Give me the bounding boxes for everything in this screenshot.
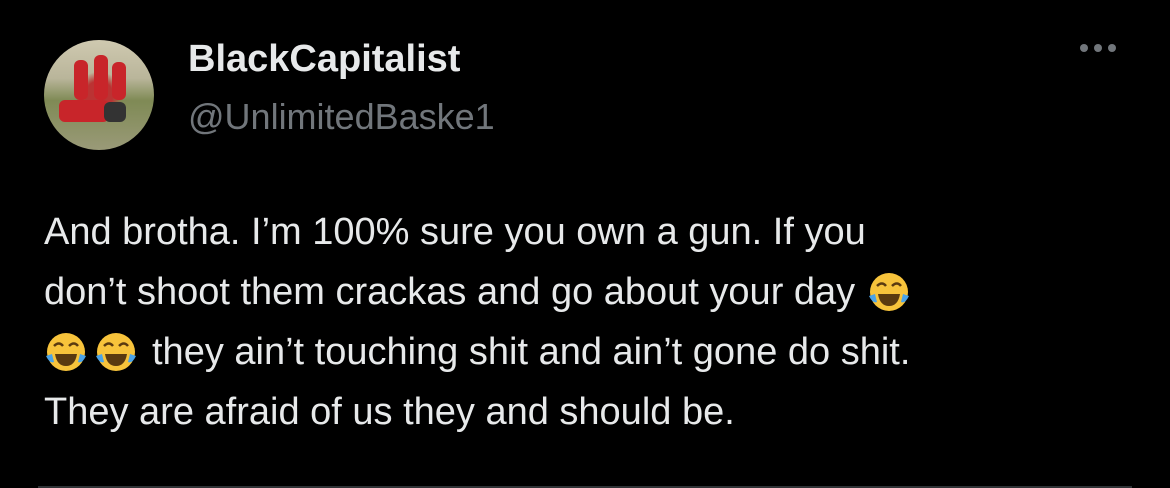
tweet-text: And brotha. I’m 100% sure you own a gun.… xyxy=(44,202,917,442)
laughing-crying-emoji-icon xyxy=(96,333,136,371)
tweet-line-text: they ain’t touching shit and ain’t gone … xyxy=(152,331,911,373)
avatar[interactable] xyxy=(44,40,154,150)
laughing-crying-emoji-icon xyxy=(46,333,86,371)
tweet-line: And brotha. I’m 100% sure you own a gun.… xyxy=(44,211,866,253)
author-name[interactable]: BlackCapitalist xyxy=(188,38,460,81)
laughing-crying-emoji-icon xyxy=(869,273,910,311)
tweet-line: don’t shoot them crackas and go about yo… xyxy=(44,262,917,322)
tweet-line: They are afraid of us they and should be… xyxy=(44,391,735,433)
author-handle[interactable]: @UnlimitedBaske1 xyxy=(188,96,495,138)
more-horizontal-icon[interactable] xyxy=(1080,44,1116,52)
tweet-line-text: don’t shoot them crackas and go about yo… xyxy=(44,271,856,313)
tweet-line: they ain’t touching shit and ain’t gone … xyxy=(44,322,917,382)
